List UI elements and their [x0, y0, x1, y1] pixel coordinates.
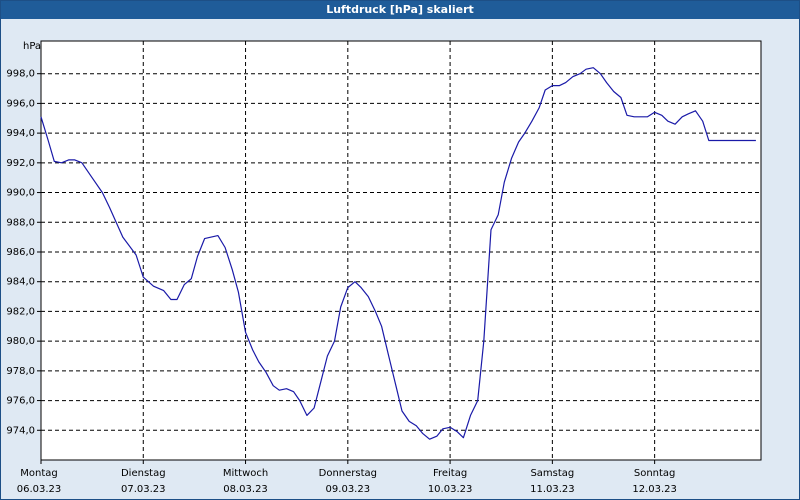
x-tick-day-label: Dienstag: [121, 468, 166, 479]
x-tick-day-label: Samstag: [530, 468, 574, 479]
y-tick-label: 974,0: [6, 425, 35, 436]
y-tick-label: 994,0: [6, 128, 35, 139]
y-tick-label: 980,0: [6, 336, 35, 347]
x-tick-date-label: 11.03.23: [530, 484, 575, 495]
x-tick-day-label: Montag: [20, 468, 57, 479]
x-tick-day-label: Donnerstag: [319, 468, 377, 479]
x-tick-date-label: 07.03.23: [121, 484, 166, 495]
y-tick-label: 976,0: [6, 396, 35, 407]
y-tick-label: 984,0: [6, 277, 35, 288]
y-tick-label: 978,0: [6, 366, 35, 377]
y-tick-label: 990,0: [6, 188, 35, 199]
y-tick-label: 982,0: [6, 306, 35, 317]
x-tick-day-label: Mittwoch: [223, 468, 268, 479]
x-tick-day-label: Freitag: [433, 468, 467, 479]
y-axis-unit-label: hPa: [23, 41, 41, 52]
x-tick-day-label: Sonntag: [634, 468, 676, 479]
x-tick-date-label: 09.03.23: [326, 484, 371, 495]
y-tick-label: 988,0: [6, 217, 35, 228]
x-tick-date-label: 12.03.23: [632, 484, 677, 495]
x-tick-labels: Montag 06.03.23 Dienstag 07.03.23 Mittwoch 08…: [17, 468, 677, 495]
chart-window: Luftdruck [hPa] skaliert hPa 998,0 996,0 9…: [0, 0, 800, 500]
y-tick-label: 992,0: [6, 158, 35, 169]
y-tick-label: 998,0: [6, 69, 35, 80]
y-tick-label: 986,0: [6, 247, 35, 258]
x-tick-date-label: 10.03.23: [428, 484, 473, 495]
y-tick-label: 996,0: [6, 98, 35, 109]
x-tick-date-label: 08.03.23: [223, 484, 268, 495]
y-tick-labels: 998,0 996,0 994,0 992,0 990,0 988,0 986,0 984,0…: [6, 69, 35, 437]
pressure-chart: hPa 998,0996,0994,0992,0990,0988,0986,09…: [6, 40, 762, 495]
x-tick-date-label: 06.03.23: [17, 484, 62, 495]
